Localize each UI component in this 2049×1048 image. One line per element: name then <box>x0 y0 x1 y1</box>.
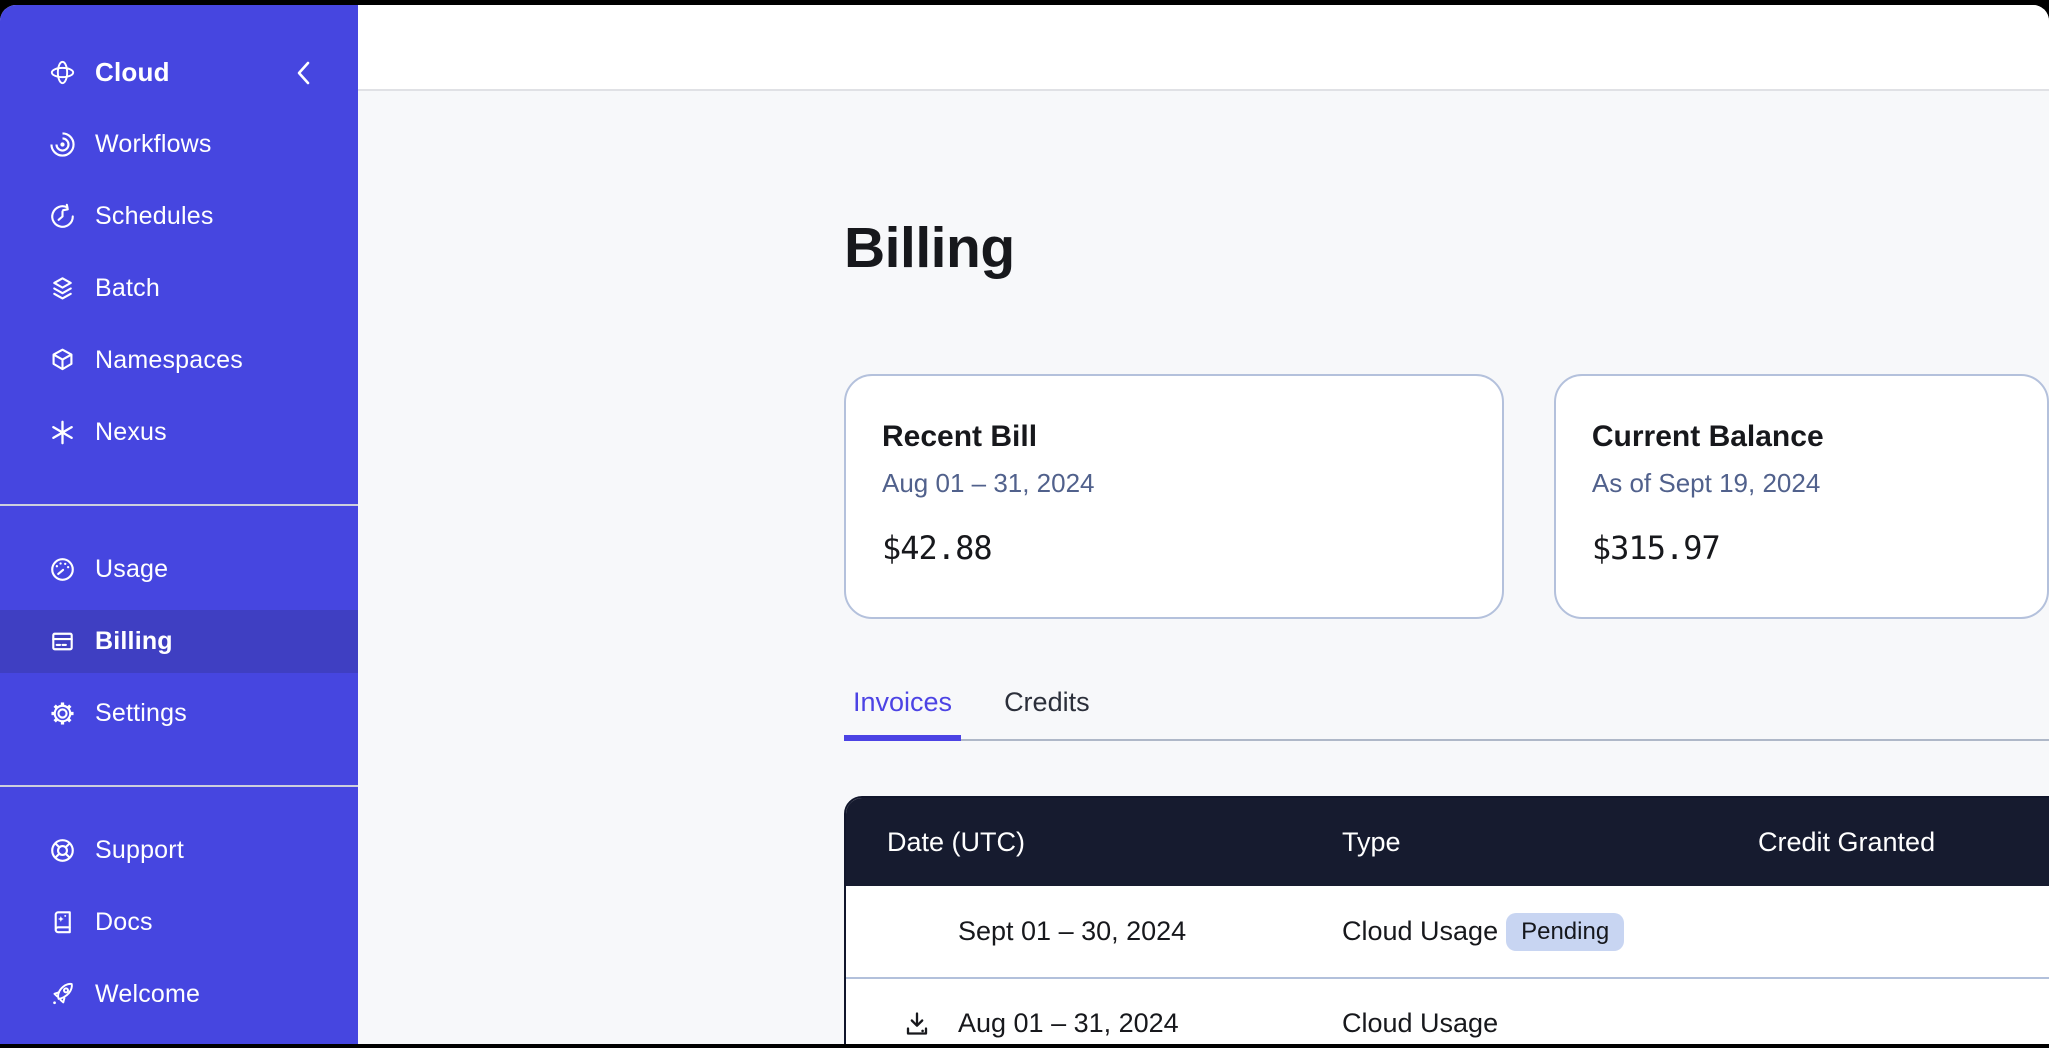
current-balance-as-of: As of Sept 19, 2024 <box>1592 468 2011 499</box>
support-lifebuoy-icon <box>47 835 78 866</box>
content-column: Billing Recent Bill Aug 01 – 31, 2024 $4… <box>358 5 2049 1044</box>
batch-layers-icon <box>47 273 78 304</box>
sidebar-item-label: Docs <box>95 908 153 937</box>
invoice-date: Aug 01 – 31, 2024 <box>958 1008 1179 1039</box>
current-balance-amount: $315.97 <box>1592 529 2011 567</box>
docs-book-icon <box>47 907 78 938</box>
namespaces-cube-icon <box>47 345 78 376</box>
sidebar-item-schedules[interactable]: Schedules <box>0 185 358 248</box>
sidebar-item-namespaces[interactable]: Namespaces <box>0 329 358 392</box>
current-balance-card: Current Balance As of Sept 19, 2024 $315… <box>1554 374 2049 619</box>
column-header-credit: Credit Granted <box>1758 827 2049 858</box>
nexus-asterisk-icon <box>47 417 78 448</box>
recent-bill-amount: $42.88 <box>882 529 1466 567</box>
sidebar-collapse-button[interactable] <box>294 60 314 86</box>
sidebar-item-label: Batch <box>95 274 160 303</box>
current-balance-title: Current Balance <box>1592 420 2011 454</box>
sidebar-item-label: Settings <box>95 699 187 728</box>
rocket-icon <box>47 979 78 1010</box>
settings-gear-icon <box>47 698 78 729</box>
schedules-icon <box>47 201 78 232</box>
invoice-type: Cloud Usage <box>1342 916 1498 947</box>
recent-bill-card: Recent Bill Aug 01 – 31, 2024 $42.88 <box>844 374 1504 619</box>
download-invoice-button[interactable] <box>901 1008 933 1040</box>
sidebar-item-label: Welcome <box>95 980 200 1009</box>
invoices-table: Date (UTC) Type Credit Granted Sept 01 –… <box>844 796 2049 1044</box>
billing-card-icon <box>47 626 78 657</box>
workflows-icon <box>47 129 78 160</box>
topbar <box>358 5 2049 91</box>
sidebar-divider <box>0 504 358 506</box>
invoice-type: Cloud Usage <box>1342 1008 1498 1039</box>
status-badge-pending: Pending <box>1506 913 1624 951</box>
sidebar-item-label: Namespaces <box>95 346 243 375</box>
page-title: Billing <box>844 217 2049 279</box>
usage-gauge-icon <box>47 554 78 585</box>
billing-tabs: Invoices Credits <box>844 685 2049 741</box>
sidebar-item-batch[interactable]: Batch <box>0 257 358 320</box>
sidebar-item-label: Schedules <box>95 202 214 231</box>
main-content: Billing Recent Bill Aug 01 – 31, 2024 $4… <box>358 91 2049 1044</box>
sidebar-item-label: Support <box>95 836 184 865</box>
sidebar-item-welcome[interactable]: Welcome <box>0 963 358 1026</box>
temporal-logo-icon <box>47 57 78 88</box>
tab-invoices[interactable]: Invoices <box>844 685 961 741</box>
invoices-table-header: Date (UTC) Type Credit Granted <box>846 798 2049 886</box>
column-header-type: Type <box>1342 827 1758 858</box>
column-header-date: Date (UTC) <box>846 827 1342 858</box>
recent-bill-title: Recent Bill <box>882 420 1466 454</box>
summary-cards: Recent Bill Aug 01 – 31, 2024 $42.88 Cur… <box>844 374 2049 619</box>
sidebar-brand[interactable]: Cloud <box>0 41 358 104</box>
sidebar-item-label: Usage <box>95 555 168 584</box>
sidebar-item-label: Billing <box>95 627 173 656</box>
sidebar-item-label: Workflows <box>95 130 212 159</box>
sidebar-item-workflows[interactable]: Workflows <box>0 113 358 176</box>
invoice-row: Sept 01 – 30, 2024 Cloud Usage Pending <box>846 886 2049 977</box>
download-slot-empty <box>901 916 933 948</box>
sidebar-item-nexus[interactable]: Nexus <box>0 401 358 464</box>
app-window: Cloud Workflows <box>0 5 2049 1044</box>
tab-credits[interactable]: Credits <box>995 685 1099 741</box>
sidebar-brand-label: Cloud <box>95 57 170 88</box>
sidebar-item-support[interactable]: Support <box>0 819 358 882</box>
recent-bill-period: Aug 01 – 31, 2024 <box>882 468 1466 499</box>
invoice-row: Aug 01 – 31, 2024 Cloud Usage <box>846 977 2049 1044</box>
sidebar-item-docs[interactable]: Docs <box>0 891 358 954</box>
sidebar-item-usage[interactable]: Usage <box>0 538 358 601</box>
sidebar: Cloud Workflows <box>0 5 358 1044</box>
sidebar-item-billing[interactable]: Billing <box>0 610 358 673</box>
invoice-date: Sept 01 – 30, 2024 <box>958 916 1186 947</box>
sidebar-item-settings[interactable]: Settings <box>0 682 358 745</box>
sidebar-item-label: Nexus <box>95 418 167 447</box>
sidebar-divider <box>0 785 358 787</box>
